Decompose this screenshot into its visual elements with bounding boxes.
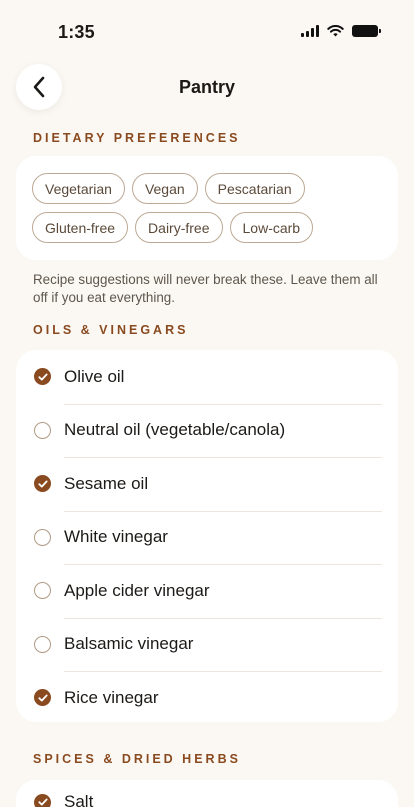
list-item-white-vinegar[interactable]: White vinegar: [16, 510, 398, 565]
list-item-rice-vinegar[interactable]: Rice vinegar: [16, 671, 398, 725]
oils-section-label: OILS & VINEGARS: [33, 323, 189, 337]
cellular-signal-icon: [301, 25, 319, 37]
item-label: Balsamic vinegar: [64, 634, 194, 654]
chip-row: Gluten-free Dairy-free Low-carb: [32, 212, 398, 243]
list-item-olive-oil[interactable]: Olive oil: [16, 350, 398, 404]
checkbox-icon[interactable]: [34, 421, 51, 439]
item-label: Apple cider vinegar: [64, 580, 210, 600]
list-item-sesame-oil[interactable]: Sesame oil: [16, 457, 398, 511]
list-item-balsamic-vinegar[interactable]: Balsamic vinegar: [16, 617, 398, 672]
chip-row: Vegetarian Vegan Pescatarian: [32, 173, 398, 204]
spices-list-card: Salt: [16, 780, 398, 807]
checkbox-icon[interactable]: [34, 475, 51, 493]
chip-gluten-free[interactable]: Gluten-free: [32, 212, 129, 243]
checkbox-icon[interactable]: [34, 368, 51, 386]
spices-section-label: SPICES & DRIED HERBS: [33, 752, 241, 766]
chip-dairy-free[interactable]: Dairy-free: [135, 212, 223, 243]
checkbox-icon[interactable]: [34, 793, 51, 807]
chip-low-carb[interactable]: Low-carb: [229, 212, 314, 243]
list-item-neutral-oil[interactable]: Neutral oil (vegetable/canola): [16, 403, 398, 458]
dietary-section-label: DIETARY PREFERENCES: [33, 131, 241, 145]
battery-icon: [352, 25, 381, 37]
checkbox-icon[interactable]: [34, 635, 51, 653]
screen: 1:35 Pantry DIETARY PREFERENCES Vegetari…: [0, 0, 414, 807]
wifi-icon: [327, 25, 344, 37]
item-label: Sesame oil: [64, 473, 149, 493]
dietary-chips-card: Vegetarian Vegan Pescatarian Gluten-free…: [16, 156, 398, 260]
checkbox-icon[interactable]: [34, 582, 51, 600]
item-label: Salt: [64, 792, 94, 807]
status-icons: [301, 25, 381, 37]
status-bar: 1:35: [0, 0, 414, 54]
chip-vegan[interactable]: Vegan: [131, 173, 198, 204]
item-label: Rice vinegar: [64, 687, 159, 707]
checkbox-icon[interactable]: [34, 689, 51, 707]
list-item-apple-cider-vinegar[interactable]: Apple cider vinegar: [16, 564, 398, 618]
item-label: Olive oil: [64, 366, 125, 386]
status-time: 1:35: [58, 22, 95, 42]
page-title: Pantry: [178, 77, 236, 97]
dietary-hint-text: Recipe suggestions will never break thes…: [33, 272, 378, 305]
list-item-salt[interactable]: Salt: [16, 780, 398, 807]
item-label: White vinegar: [64, 527, 168, 547]
item-label: Neutral oil (vegetable/canola): [64, 420, 286, 440]
header: Pantry: [0, 62, 414, 112]
chip-vegetarian[interactable]: Vegetarian: [32, 173, 125, 204]
oils-list-card: Olive oil Neutral oil (vegetable/canola)…: [16, 350, 398, 722]
checkbox-icon[interactable]: [34, 528, 51, 546]
chip-pescatarian[interactable]: Pescatarian: [204, 173, 305, 204]
